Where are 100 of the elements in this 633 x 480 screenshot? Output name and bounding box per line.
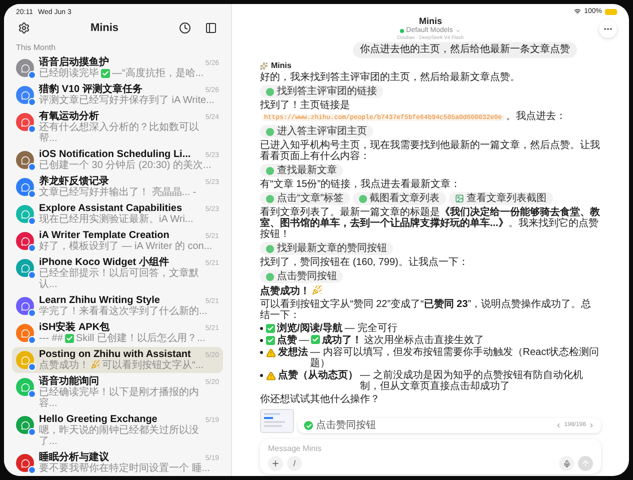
wifi-icon [574, 8, 582, 15]
message-text: — 内容可以填写，但发布按钮需要你手动触发（React状态检测问题） [310, 347, 599, 369]
tool-step-chip[interactable]: 点击赞同按钮 [260, 270, 343, 283]
assistant-name: Minis [271, 61, 292, 70]
bullet-icon [260, 351, 263, 354]
message-text: — [299, 335, 309, 346]
next-icon[interactable] [588, 422, 595, 429]
bullet-icon [260, 374, 263, 377]
bold-text: 点赞 [277, 335, 297, 346]
check-icon [64, 334, 74, 343]
tool-status-icon [266, 244, 274, 252]
bold-text: 发想法 [278, 347, 308, 358]
slash-command-button[interactable]: / [287, 456, 302, 471]
message-text: 看到文章列表了。最新一篇文章的标题是《我们决定给一份能够骑去食堂、教室、图书馆的单车，去到一个让品牌支撑好玩的单车...》。我来找到它的点赞按钮！ [260, 207, 600, 240]
image-icon [454, 194, 464, 203]
check-icon [266, 336, 275, 345]
message-text: 可以看到按钮文字从“赞同 22”变成了“已赞同 23”，说明点赞操作成功了。总结一下： [260, 299, 592, 321]
message-text: 。我点进去： [506, 111, 566, 122]
chat-title: 睡眠分析与建议 [39, 452, 109, 463]
battery-icon [605, 8, 617, 14]
tool-step-chip[interactable]: 截图看文章列表 [352, 192, 446, 205]
sidebar-toggle-button[interactable] [203, 20, 219, 36]
bullet-icon [260, 327, 263, 330]
chat-preview: 可以看到按钮文字从“... [102, 360, 204, 371]
chat-preview: 嗯，昨天说的闹钟已经都关过所以没了... [39, 425, 199, 447]
message-text: 这次用坐标点击直接生效了 [364, 335, 485, 346]
tool-status-icon [266, 128, 274, 136]
chevron-down-icon [454, 28, 461, 34]
chat-title: 有氧运动分析 [39, 111, 99, 122]
bold-text: 点赞（从动态页） [278, 370, 358, 381]
step-label: 点击赞同按钮 [316, 420, 376, 431]
chat-title: iA Writer Template Creation [39, 230, 170, 241]
add-button[interactable] [268, 456, 283, 471]
check-icon [311, 335, 320, 344]
message-text: 找到了，赞同按钮在 (160, 799)。让我点一下： [260, 257, 468, 268]
message-text: — 完全可行 [344, 323, 398, 334]
section-heading: This Month [15, 42, 57, 54]
tool-status-icon [266, 88, 274, 96]
screenshot-thumbnail[interactable] [260, 409, 294, 433]
chat-preview: 点赞成功！ [39, 360, 89, 371]
bold-text: 点赞成功！ [260, 286, 310, 297]
app-title: Minis [90, 22, 119, 34]
tool-step-chip[interactable]: 找到最新文章的赞同按钮 [260, 242, 393, 255]
message-text: 有“文章 15份”的链接，我点进去看最新文章： [260, 179, 461, 190]
tool-status-icon [266, 272, 274, 280]
message-text: 已进入知乎机构号主页，现在我需要找到他最新的一篇文章，然后点赞。让我看看页面上有什么内容： [260, 140, 600, 162]
chat-preview: —“高度抗拒，是哈... [112, 68, 204, 79]
chat-preview: 好了，模板设到了 — iA Writer 的 con... [39, 241, 212, 252]
chat-title: Hello Greeting Exchange [39, 414, 158, 425]
chat-preview: 评测文章已经写好并保存到了 iA Write... [39, 95, 214, 106]
history-button[interactable] [177, 20, 193, 36]
microphone-button[interactable] [559, 456, 574, 471]
bold-text: 浏览/阅读/导航 [277, 323, 343, 334]
tool-step-chip[interactable]: 点击“文章”标签 [260, 192, 350, 205]
check-icon [266, 324, 275, 333]
chat-preview: --- ## [39, 333, 63, 344]
tool-step-chip[interactable]: 进入答主评审团主页 [260, 125, 373, 138]
message-text: 好的，我来找到答主评审团的主页，然后给最新文章点赞。 [260, 72, 520, 83]
chat-title: iOS Notification Scheduling Li... [39, 149, 191, 160]
chat-title: iSH安装 APK包 [39, 322, 110, 333]
sidebar-icon [205, 22, 217, 34]
chat-title: 养龙虾反馈记录 [39, 176, 109, 187]
message-text: — 之前没成功是因为知乎的点赞按钮有防自动化机制，但从文章页直接点击却成功了 [360, 370, 584, 392]
chat-title: 猎豹 V10 评测文章任务 [39, 84, 142, 95]
user-message: 你点进去他的主页，然后给他最新一条文章点赞 [353, 42, 577, 58]
chat-preview: 已经朗读完毕 [39, 68, 99, 79]
bullet-icon [260, 339, 263, 342]
warning-icon [266, 348, 276, 358]
chat-preview: 已经确读完毕！以下是刚才播报的内容... [39, 387, 199, 409]
chat-title: Posting on Zhihu with Assistant [39, 349, 191, 360]
plus-icon [271, 459, 280, 468]
party-popper-icon [312, 285, 322, 295]
chat-preview: 已创建一个 30 分钟后 (20:30) 的美次... [39, 160, 212, 171]
tool-status-icon [266, 166, 274, 174]
tool-status-icon [358, 194, 367, 202]
message-input[interactable]: Message Minis [268, 442, 593, 454]
chat-preview: Skill 已创建！以后怎么用？... [76, 333, 206, 344]
chat-preview: 文章已经写好并输出了！ 亮晶晶... - [39, 187, 196, 198]
chat-title: 语音功能询问 [39, 376, 99, 387]
tool-step-chip[interactable]: 找到答主评审团的链接 [260, 85, 383, 98]
check-icon [101, 69, 110, 78]
chat-title: iPhone Koco Widget 小组件 [39, 257, 169, 268]
chat-preview: 要不要我帮你在特定时间设置一个 睡... [39, 463, 210, 474]
message-text: 你还想试试其他什么操作？ [260, 394, 380, 405]
more-button[interactable] [599, 20, 617, 38]
warning-icon [266, 371, 276, 381]
chat-preview: 还有什么想深入分析的？比如数可以帮... [39, 122, 199, 144]
sparkle-icon [260, 62, 268, 70]
chat-preview: 已经全部提示！以后可回答，文章默认... [39, 268, 199, 290]
microphone-icon [562, 460, 570, 468]
bold-text: 成功了！ [322, 335, 362, 346]
previous-icon[interactable] [555, 422, 562, 429]
chat-title: Learn Zhihu Writing Style [39, 295, 160, 306]
chat-title: Minis [418, 16, 442, 26]
gear-icon [18, 22, 30, 34]
tool-step-chip[interactable]: 查找最新文章 [260, 164, 343, 177]
clock-icon [179, 22, 191, 34]
chat-title: Explore Assistant Capabilities [39, 203, 182, 214]
settings-button[interactable] [16, 20, 32, 36]
tool-step-chip[interactable]: 查看文章列表截图 [448, 192, 553, 205]
